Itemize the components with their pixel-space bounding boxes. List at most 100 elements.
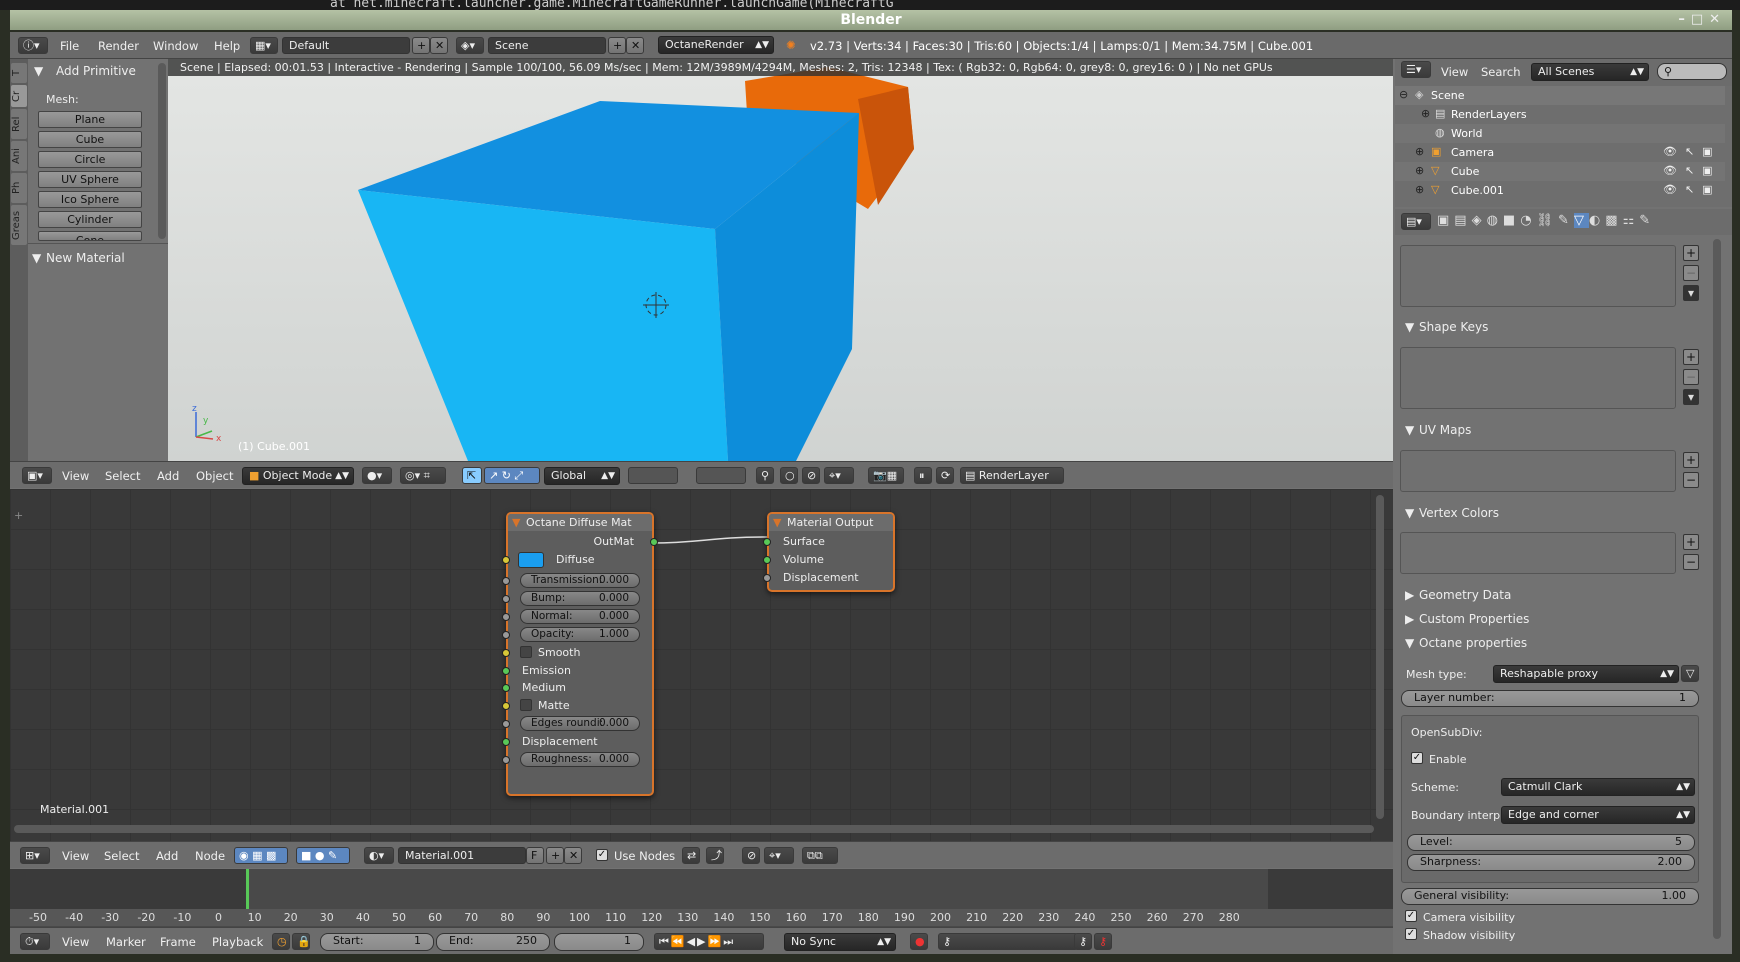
menu-object[interactable]: Object	[196, 469, 233, 483]
diffuse-socket[interactable]	[502, 556, 510, 564]
scheme-select[interactable]: Catmull Clark ▲▼	[1501, 778, 1695, 796]
mesh-type-select[interactable]: Reshapable proxy ▲▼	[1493, 665, 1679, 683]
shape-keys-list[interactable]	[1400, 347, 1676, 409]
insert-keyframe-icon[interactable]: ⚷	[1074, 933, 1092, 950]
add-cone-button[interactable]: Cone	[38, 231, 142, 241]
add-cylinder-button[interactable]: Cylinder	[38, 211, 142, 228]
render-layer-field[interactable]: ▤ RenderLayer	[960, 467, 1064, 484]
menu-add[interactable]: Add	[156, 849, 178, 863]
normal-socket[interactable]	[502, 613, 510, 621]
vertex-colors-panel-title[interactable]: ▼ Vertex Colors	[1401, 503, 1719, 523]
preview-range-icon[interactable]: ◷	[272, 933, 290, 950]
shadow-visibility-checkbox[interactable]: ✓	[1405, 928, 1417, 940]
proportional-edit-icon[interactable]: ○	[780, 467, 798, 484]
tab-grease[interactable]: Greas	[11, 205, 27, 245]
refresh-render-icon[interactable]: ⟳	[936, 467, 954, 484]
collapse-icon[interactable]: ▼	[512, 514, 520, 531]
vertex-colors-list[interactable]	[1400, 532, 1676, 574]
editor-type-button[interactable]: ⏱▾	[20, 933, 50, 950]
toolshelf-scrollbar[interactable]	[158, 63, 166, 239]
shading-select[interactable]: ●▾	[362, 467, 392, 484]
add-layout-icon[interactable]: +	[412, 37, 430, 54]
snap-element-icon[interactable]: ⌖▾	[824, 467, 854, 484]
geometry-data-panel-title[interactable]: ▶ Geometry Data	[1401, 585, 1719, 605]
roughness-socket[interactable]	[502, 756, 510, 764]
menu-help[interactable]: Help	[214, 39, 240, 53]
end-frame-field[interactable]: End: 250	[436, 933, 550, 951]
menu-render[interactable]: Render	[98, 39, 139, 53]
custom-properties-panel-title[interactable]: ▶ Custom Properties	[1401, 609, 1719, 629]
normal-field[interactable]: Normal: 0.000	[520, 609, 640, 624]
mesh-type-extra-icon[interactable]: ▽	[1681, 665, 1699, 682]
snap-icon[interactable]: ⊘	[742, 847, 760, 864]
uv-maps-panel-title[interactable]: ▼ UV Maps	[1401, 420, 1719, 440]
material-name-field[interactable]: Material.001	[398, 847, 526, 864]
outmat-socket[interactable]	[650, 538, 658, 546]
pivot-select[interactable]: ◎▾ ⌗	[400, 467, 446, 484]
tab-animation[interactable]: Ani	[11, 141, 27, 171]
layers-grid-b[interactable]	[696, 467, 746, 484]
outliner-row-world[interactable]: ◍ World	[1395, 124, 1725, 143]
camera-visibility-checkbox[interactable]: ✓	[1405, 910, 1417, 922]
diffuse-node-header[interactable]: ▼ Octane Diffuse Mat	[508, 514, 652, 531]
bump-socket[interactable]	[502, 595, 510, 603]
parent-node-icon[interactable]: ⤴	[706, 847, 724, 864]
menu-view[interactable]: View	[62, 469, 89, 483]
menu-add[interactable]: Add	[157, 469, 179, 483]
layers-grid-a[interactable]	[628, 467, 678, 484]
shader-type-icons[interactable]: ■ ● ✎	[296, 847, 350, 864]
scene-icon[interactable]: ◈▾	[456, 37, 484, 54]
new-material-icon[interactable]: +	[546, 847, 564, 864]
displacement-socket[interactable]	[502, 738, 510, 746]
add-scene-icon[interactable]: +	[608, 37, 626, 54]
menu-view[interactable]: View	[62, 935, 89, 949]
sync-select[interactable]: No Sync ▲▼	[784, 933, 896, 951]
context-tabs-icons[interactable]: ▣▤◈◍■◔⛓✎▽◐▩⚏✎	[1437, 213, 1707, 231]
uv-maps-list[interactable]	[1400, 450, 1676, 492]
enable-checkbox[interactable]: ✓	[1411, 752, 1423, 764]
opacity-field[interactable]: Opacity: 1.000	[520, 627, 640, 642]
edges-field[interactable]: Edges roundi: 0.000	[520, 716, 640, 731]
remove-scene-icon[interactable]: ✕	[626, 37, 644, 54]
remove-icon[interactable]: −	[1683, 369, 1699, 385]
visibility-icons[interactable]: 👁↖▣	[1663, 183, 1721, 196]
collapse-icon[interactable]: ▼	[773, 514, 781, 531]
octane-diffuse-node[interactable]: ▼ Octane Diffuse Mat OutMat Diffuse Trans…	[502, 512, 658, 796]
node-editor-scrollbar[interactable]	[14, 825, 1374, 833]
matte-checkbox[interactable]	[520, 699, 532, 711]
edges-socket[interactable]	[502, 720, 510, 728]
menu-view[interactable]: View	[62, 849, 89, 863]
material-browse-icon[interactable]: ◐▾	[364, 847, 394, 864]
menu-file[interactable]: File	[60, 39, 79, 53]
tab-relations[interactable]: Rel	[11, 109, 27, 139]
remove-icon[interactable]: −	[1683, 265, 1699, 281]
editor-type-button[interactable]: ☰▾	[1401, 61, 1431, 78]
smooth-checkbox[interactable]	[520, 646, 532, 658]
menu-window[interactable]: Window	[153, 39, 198, 53]
diffuse-color-swatch[interactable]	[518, 552, 544, 568]
editor-type-button[interactable]: ⊞▾	[20, 847, 50, 864]
scene-field[interactable]: Scene	[488, 37, 606, 54]
unlink-material-icon[interactable]: ✕	[564, 847, 582, 864]
volume-socket[interactable]	[763, 556, 771, 564]
sharpness-slider[interactable]: Sharpness: 2.00	[1407, 854, 1695, 871]
matte-socket[interactable]	[502, 702, 510, 710]
menu-node[interactable]: Node	[195, 849, 225, 863]
keying-set-field[interactable]: ⚷	[938, 933, 1078, 950]
editor-type-button[interactable]: ▣▾	[22, 467, 52, 484]
window-controls[interactable]: –□✕	[1678, 10, 1726, 30]
add-cube-button[interactable]: Cube	[38, 131, 142, 148]
expand-icon[interactable]: ⊕	[1415, 183, 1424, 196]
octane-properties-panel-title[interactable]: ▼ Octane properties	[1401, 633, 1719, 653]
add-icon[interactable]: +	[1683, 534, 1699, 550]
bump-field[interactable]: Bump: 0.000	[520, 591, 640, 606]
expand-icon[interactable]: ⊕	[1421, 107, 1430, 120]
layout-icon[interactable]: ▦▾	[250, 37, 278, 54]
snap-toggle-icon[interactable]: ⊘	[802, 467, 820, 484]
general-visibility-slider[interactable]: General visibility: 1.00	[1401, 888, 1699, 905]
menu-icon[interactable]: ▾	[1683, 285, 1699, 301]
mode-select[interactable]: ■ Object Mode ▲▼	[242, 467, 354, 485]
outliner-menu-view[interactable]: View	[1441, 65, 1468, 79]
outliner-row-scene[interactable]: ⊖ ◈ Scene	[1395, 86, 1725, 105]
outliner-menu-search[interactable]: Search	[1481, 65, 1521, 79]
